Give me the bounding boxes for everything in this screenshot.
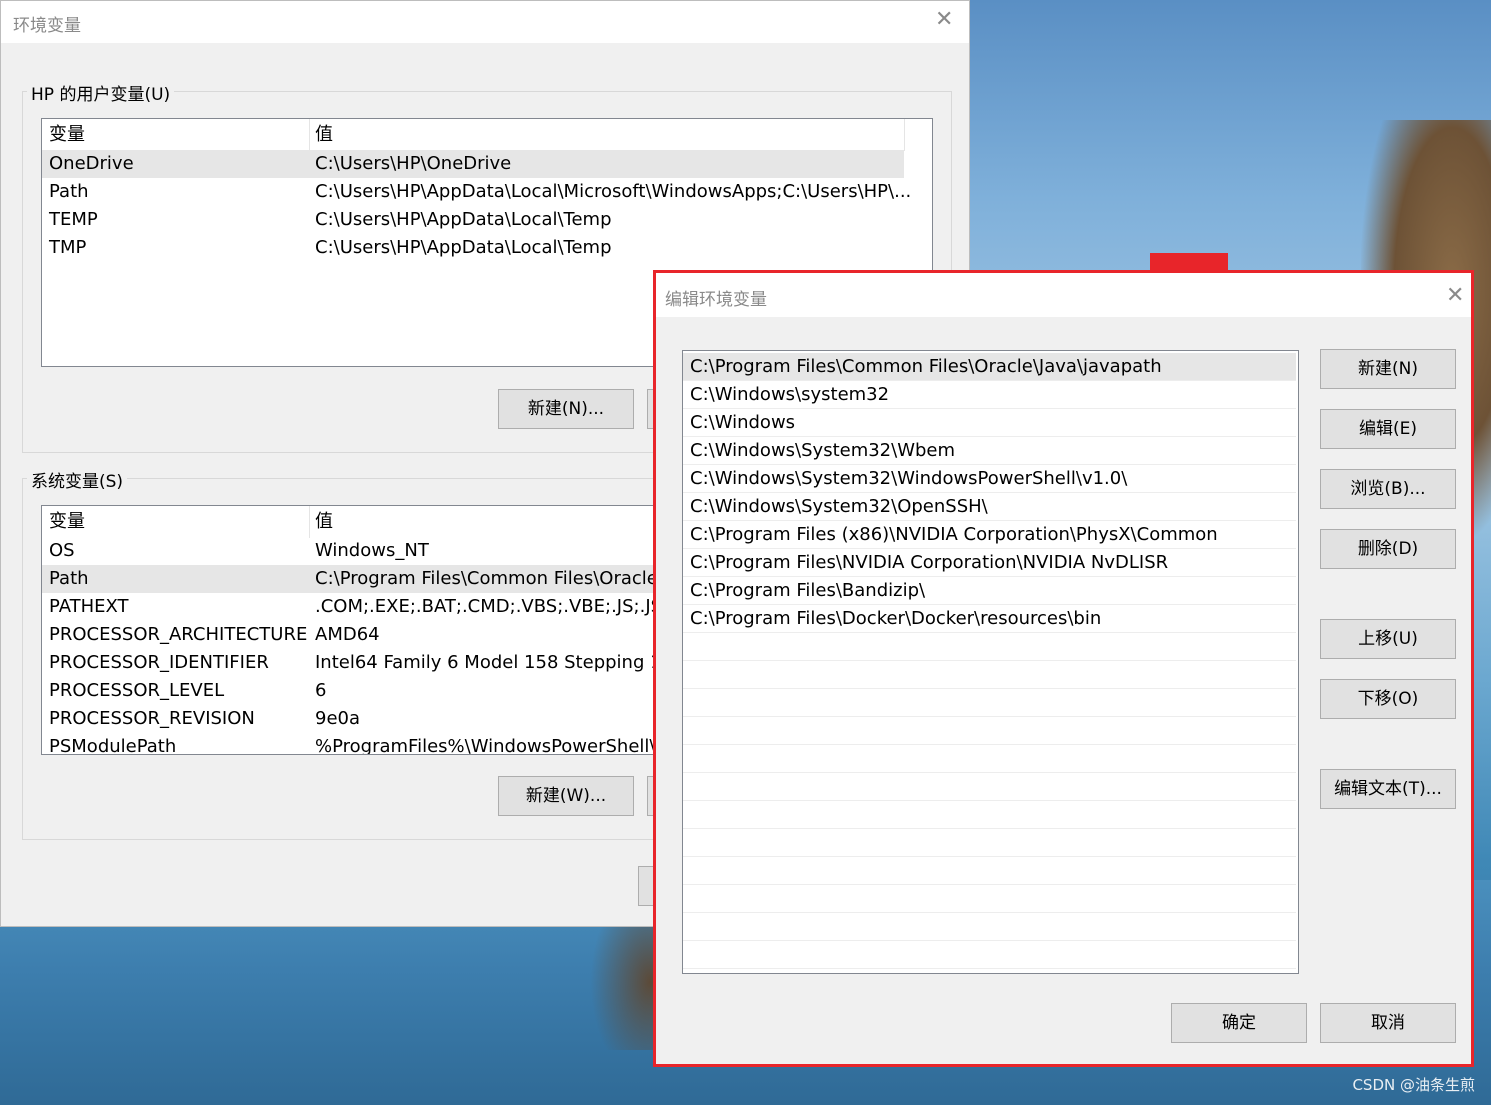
variable-value: C:\Users\HP\AppData\Local\Temp (315, 209, 612, 230)
empty-list-row[interactable] (683, 773, 1296, 801)
title-bar: 环境变量 ✕ (1, 1, 969, 43)
list-item[interactable]: C:\Windows (683, 409, 1296, 437)
system-variables-legend: 系统变量(S) (27, 467, 128, 492)
dialog-title: 编辑环境变量 (665, 290, 767, 310)
empty-list-row[interactable] (683, 717, 1296, 745)
column-header-variable[interactable]: 变量 (49, 508, 85, 536)
variable-name: OneDrive (49, 153, 134, 174)
ok-button[interactable]: 确定 (1171, 1003, 1307, 1043)
list-item[interactable]: C:\Windows\system32 (683, 381, 1296, 409)
close-icon[interactable]: ✕ (935, 9, 953, 31)
variable-name: PROCESSOR_LEVEL (49, 680, 225, 701)
window-title: 环境变量 (13, 16, 81, 36)
list-item[interactable]: C:\Windows\System32\Wbem (683, 437, 1296, 465)
table-row[interactable]: OneDrive C:\Users\HP\OneDrive (42, 150, 904, 178)
empty-list-row[interactable] (683, 913, 1296, 941)
system-new-button[interactable]: 新建(W)... (498, 776, 634, 816)
empty-list-row[interactable] (683, 745, 1296, 773)
variable-value: %ProgramFiles%\WindowsPowerShell\M (315, 736, 671, 755)
variable-value: 9e0a (315, 708, 361, 729)
variable-value: 6 (315, 680, 327, 701)
variable-value: Windows_NT (315, 540, 429, 561)
watermark: CSDN @油条生煎 (1352, 1076, 1475, 1094)
empty-list-row[interactable] (683, 857, 1296, 885)
list-item[interactable]: C:\Program Files\NVIDIA Corporation\NVID… (683, 549, 1296, 577)
column-header-value[interactable]: 值 (315, 508, 333, 536)
list-item[interactable]: C:\Program Files\Docker\Docker\resources… (683, 605, 1296, 633)
empty-list-row[interactable] (683, 941, 1296, 969)
variable-value: C:\Users\HP\AppData\Local\Temp (315, 237, 612, 258)
variable-value: AMD64 (315, 624, 380, 645)
variable-value: C:\Users\HP\OneDrive (315, 153, 512, 174)
variable-name: Path (49, 181, 89, 202)
table-row[interactable]: Path C:\Users\HP\AppData\Local\Microsoft… (42, 178, 911, 206)
user-variables-legend: HP 的用户变量(U) (27, 80, 175, 105)
empty-list-row[interactable] (683, 689, 1296, 717)
path-list[interactable]: C:\Program Files\Common Files\Oracle\Jav… (682, 350, 1299, 974)
variable-value: .COM;.EXE;.BAT;.CMD;.VBS;.VBE;.JS;.JSE;.… (315, 596, 692, 617)
empty-list-row[interactable] (683, 633, 1296, 661)
table-row[interactable]: TEMP C:\Users\HP\AppData\Local\Temp (42, 206, 904, 234)
list-item[interactable]: C:\Program Files (x86)\NVIDIA Corporatio… (683, 521, 1296, 549)
list-item[interactable]: C:\Program Files\Common Files\Oracle\Jav… (683, 353, 1296, 381)
list-header: 变量 值 (42, 121, 904, 149)
variable-name: Path (49, 568, 89, 589)
variable-name: PSModulePath (49, 736, 177, 755)
move-down-button[interactable]: 下移(O) (1320, 679, 1456, 719)
empty-list-row[interactable] (683, 829, 1296, 857)
title-bar: 编辑环境变量 ✕ (656, 273, 1471, 317)
empty-list-row[interactable] (683, 885, 1296, 913)
variable-value: C:\Users\HP\AppData\Local\Microsoft\Wind… (315, 181, 912, 202)
variable-name: PROCESSOR_REVISION (49, 708, 255, 729)
empty-list-row[interactable] (683, 661, 1296, 689)
variable-name: TEMP (49, 209, 98, 230)
new-button[interactable]: 新建(N) (1320, 349, 1456, 389)
list-item[interactable]: C:\Windows\System32\OpenSSH\ (683, 493, 1296, 521)
variable-name: PATHEXT (49, 596, 129, 617)
column-separator (904, 119, 905, 151)
variable-name: PROCESSOR_ARCHITECTURE (49, 624, 308, 645)
variable-value: Intel64 Family 6 Model 158 Stepping 1 (315, 652, 662, 673)
variable-name: PROCESSOR_IDENTIFIER (49, 652, 269, 673)
edit-button[interactable]: 编辑(E) (1320, 409, 1456, 449)
column-header-variable[interactable]: 变量 (49, 121, 85, 149)
variable-value: C:\Program Files\Common Files\Oracle\ (315, 568, 664, 589)
user-new-button[interactable]: 新建(N)... (498, 389, 634, 429)
edit-text-button[interactable]: 编辑文本(T)... (1320, 769, 1456, 809)
list-item[interactable]: C:\Windows\System32\WindowsPowerShell\v1… (683, 465, 1296, 493)
close-icon[interactable]: ✕ (1446, 285, 1464, 307)
edit-environment-variable-dialog: 编辑环境变量 ✕ C:\Program Files\Common Files\O… (653, 270, 1474, 1067)
variable-name: OS (49, 540, 75, 561)
empty-list-row[interactable] (683, 801, 1296, 829)
variable-name: TMP (49, 237, 87, 258)
move-up-button[interactable]: 上移(U) (1320, 619, 1456, 659)
table-row[interactable]: TMP C:\Users\HP\AppData\Local\Temp (42, 234, 904, 262)
background-logo (1150, 253, 1228, 271)
delete-button[interactable]: 删除(D) (1320, 529, 1456, 569)
browse-button[interactable]: 浏览(B)... (1320, 469, 1456, 509)
list-item[interactable]: C:\Program Files\Bandizip\ (683, 577, 1296, 605)
column-header-value[interactable]: 值 (315, 121, 333, 149)
cancel-button[interactable]: 取消 (1320, 1003, 1456, 1043)
